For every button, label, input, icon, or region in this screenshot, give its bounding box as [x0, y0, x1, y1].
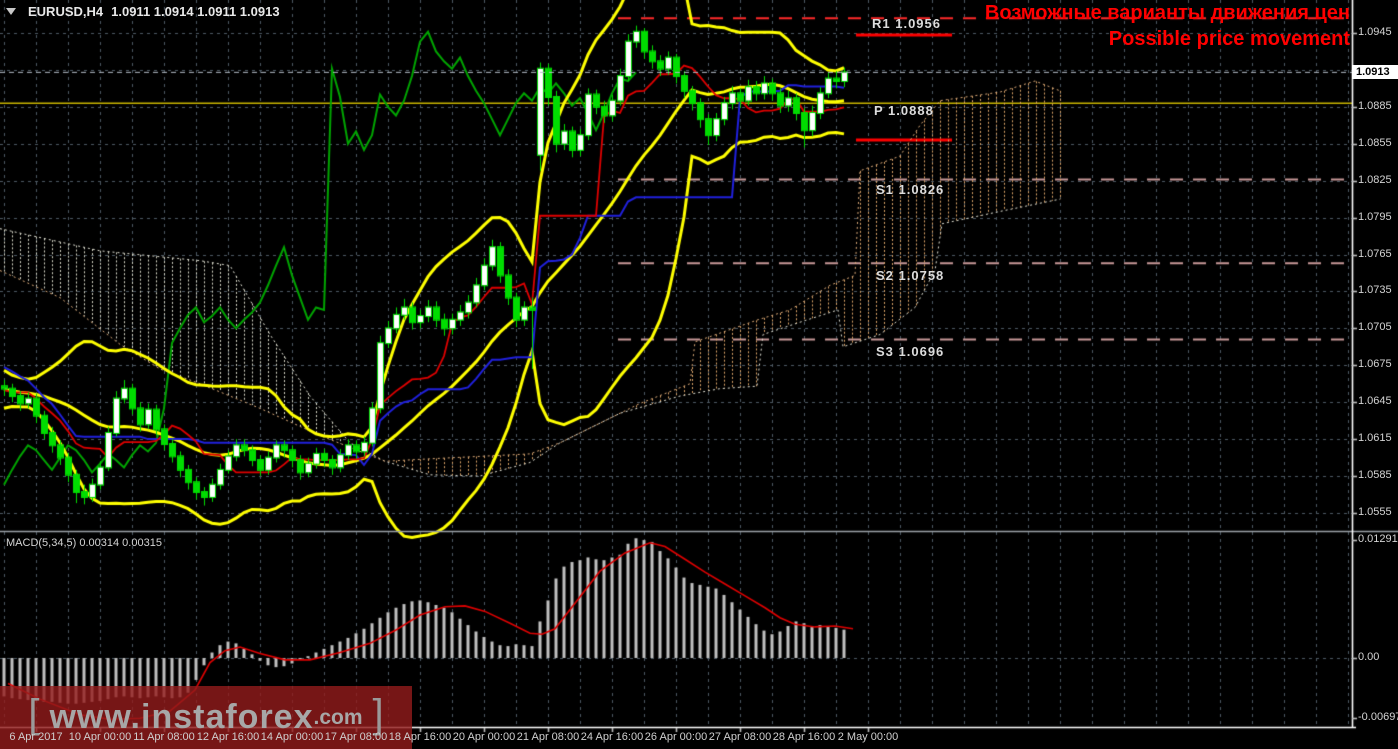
- price-axis-label: 1.0945: [1358, 26, 1392, 38]
- pivot-level-label: R1 1.0956: [872, 16, 941, 31]
- macd-axis-label: -0.00697: [1358, 711, 1398, 723]
- time-axis-label: 26 Apr 00:00: [644, 731, 708, 743]
- time-axis-label: 21 Apr 08:00: [516, 731, 580, 743]
- time-axis-label: 2 May 00:00: [837, 731, 899, 743]
- price-axis-label: 1.0675: [1358, 358, 1392, 370]
- mt4-chart-window: EURUSD,H4 1.0911 1.0914 1.0911 1.0913 Во…: [0, 0, 1398, 749]
- price-chart-canvas[interactable]: [0, 0, 1398, 749]
- current-price-tag: 1.0913: [1352, 65, 1398, 79]
- time-axis-label: 27 Apr 08:00: [708, 731, 772, 743]
- annotation-english: Possible price movement: [1108, 28, 1350, 50]
- price-axis-label: 1.0765: [1358, 248, 1392, 260]
- time-axis-label: 12 Apr 16:00: [196, 731, 260, 743]
- time-axis-label: 14 Apr 00:00: [260, 731, 324, 743]
- time-axis-label: 11 Apr 08:00: [133, 731, 195, 743]
- price-axis-label: 1.0855: [1358, 137, 1392, 149]
- symbol-period-label: EURUSD,H4: [28, 4, 104, 19]
- collapse-ohlc-icon[interactable]: [6, 8, 16, 15]
- watermark-suffix: .com: [313, 705, 363, 729]
- annotation-russian: Возможные варианты движения цен: [984, 2, 1350, 24]
- ohlc-values: 1.0911 1.0914 1.0911 1.0913: [111, 4, 280, 19]
- time-axis-label: 6 Apr 2017: [9, 731, 63, 743]
- price-axis-label: 1.0645: [1358, 395, 1392, 407]
- time-axis-label: 24 Apr 16:00: [580, 731, 644, 743]
- time-axis-label: 20 Apr 00:00: [452, 731, 516, 743]
- pivot-level-label: P 1.0888: [874, 103, 934, 118]
- price-axis-label: 1.0885: [1358, 100, 1392, 112]
- price-axis-label: 1.0585: [1358, 469, 1392, 481]
- price-axis-label: 1.0615: [1358, 432, 1392, 444]
- pivot-level-label: S2 1.0758: [876, 268, 945, 283]
- macd-indicator-label: MACD(5,34,5) 0.00314 0.00315: [6, 537, 162, 549]
- macd-axis-label: 0.00: [1358, 651, 1380, 663]
- price-axis-label: 1.0735: [1358, 284, 1392, 296]
- pivot-level-label: S3 1.0696: [876, 344, 945, 359]
- chart-title: EURUSD,H4 1.0911 1.0914 1.0911 1.0913: [6, 4, 280, 19]
- time-axis-label: 10 Apr 00:00: [68, 731, 132, 743]
- time-axis-label: 28 Apr 16:00: [772, 731, 836, 743]
- price-axis-label: 1.0705: [1358, 321, 1392, 333]
- time-axis-label: 17 Apr 08:00: [324, 731, 388, 743]
- price-axis-label: 1.0825: [1358, 174, 1392, 186]
- macd-axis-label: 0.01291: [1358, 533, 1398, 545]
- pivot-level-label: S1 1.0826: [876, 182, 945, 197]
- time-axis-label: 18 Apr 16:00: [388, 731, 452, 743]
- price-axis-label: 1.0795: [1358, 211, 1392, 223]
- price-axis-label: 1.0555: [1358, 506, 1392, 518]
